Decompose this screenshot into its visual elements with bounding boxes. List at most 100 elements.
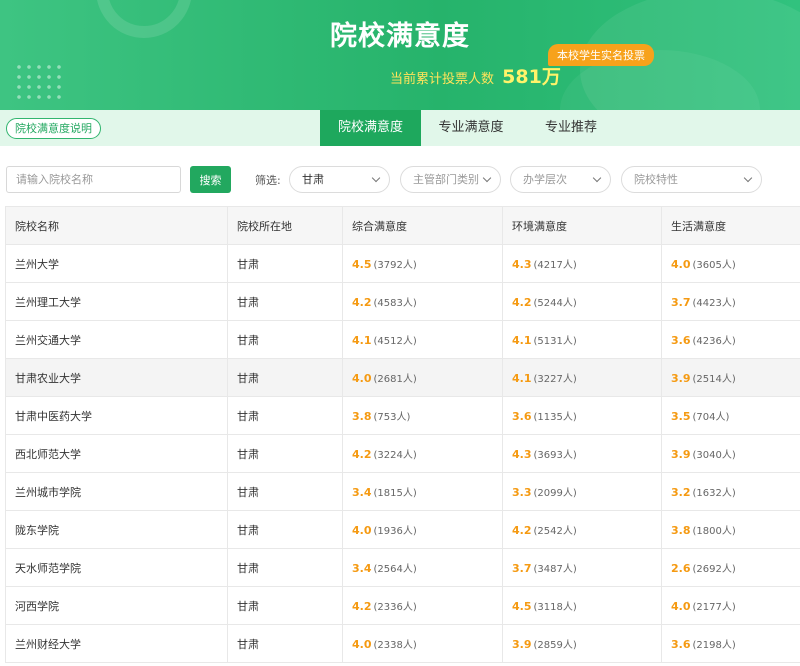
decorative-dots: [14, 62, 66, 102]
school-name-cell[interactable]: 兰州城市学院: [5, 472, 228, 511]
environment-score: 4.2: [512, 296, 532, 309]
school-name[interactable]: 甘肃中医药大学: [15, 410, 92, 423]
table-row[interactable]: 甘肃农业大学 甘肃 4.0 (2681人) 4.1 (3227人) 3.9 (2514人): [5, 358, 800, 397]
life-score: 3.8: [671, 524, 691, 537]
overall-score: 4.5: [352, 258, 372, 271]
header-banner: 院校满意度 当前累计投票人数 581万 本校学生实名投票: [0, 0, 800, 110]
life-count: (3040人): [692, 450, 736, 461]
level-select-value: 办学层次: [523, 173, 567, 186]
overall-count: (3224人): [373, 450, 417, 461]
environment-count: (3118人): [533, 602, 577, 613]
life-cell: 3.8 (1800人): [661, 510, 800, 549]
table-row[interactable]: 西北师范大学 甘肃 4.2 (3224人) 4.3 (3693人) 3.9 (3040人): [5, 434, 800, 473]
table-row[interactable]: 兰州城市学院 甘肃 3.4 (1815人) 3.3 (2099人) 3.2 (1632人): [5, 472, 800, 511]
school-name[interactable]: 西北师范大学: [15, 448, 81, 461]
school-location: 甘肃: [237, 599, 259, 613]
school-name-cell[interactable]: 天水师范学院: [5, 548, 228, 587]
school-location: 甘肃: [237, 295, 259, 309]
environment-cell: 3.7 (3487人): [502, 548, 662, 587]
life-count: (2514人): [692, 374, 736, 385]
location-cell: 甘肃: [227, 244, 343, 283]
school-name-cell[interactable]: 兰州大学: [5, 244, 228, 283]
school-location: 甘肃: [237, 409, 259, 423]
tab-school-satisfaction[interactable]: 院校满意度: [320, 110, 421, 146]
overall-score: 4.0: [352, 372, 372, 385]
table-row[interactable]: 河西学院 甘肃 4.2 (2336人) 4.5 (3118人) 4.0 (2177人): [5, 586, 800, 625]
life-score: 3.2: [671, 486, 691, 499]
life-count: (4236人): [692, 336, 736, 347]
chevron-down-icon: [482, 173, 492, 183]
life-cell: 3.2 (1632人): [661, 472, 800, 511]
school-name[interactable]: 陇东学院: [15, 524, 59, 537]
location-cell: 甘肃: [227, 320, 343, 359]
vote-summary: 当前累计投票人数 581万: [390, 62, 561, 89]
school-name-cell[interactable]: 陇东学院: [5, 510, 228, 549]
school-name[interactable]: 天水师范学院: [15, 562, 81, 575]
location-cell: 甘肃: [227, 434, 343, 473]
overall-cell: 3.8 (753人): [342, 396, 503, 435]
table-row[interactable]: 兰州理工大学 甘肃 4.2 (4583人) 4.2 (5244人) 3.7 (4423人): [5, 282, 800, 321]
table-row[interactable]: 陇东学院 甘肃 4.0 (1936人) 4.2 (2542人) 3.8 (1800人): [5, 510, 800, 549]
school-search-input[interactable]: [6, 166, 181, 193]
vote-count: 581万: [502, 66, 561, 88]
school-name-cell[interactable]: 河西学院: [5, 586, 228, 625]
department-select-value: 主管部门类别: [413, 173, 479, 186]
header-school-name: 院校名称: [5, 206, 228, 245]
environment-count: (2542人): [533, 526, 577, 537]
school-name[interactable]: 甘肃农业大学: [15, 372, 81, 385]
overall-score: 4.0: [352, 638, 372, 651]
department-select[interactable]: 主管部门类别: [400, 166, 501, 193]
life-cell: 3.6 (4236人): [661, 320, 800, 359]
overall-count: (4512人): [373, 336, 417, 347]
table-row[interactable]: 甘肃中医药大学 甘肃 3.8 (753人) 3.6 (1135人) 3.5 (704人): [5, 396, 800, 435]
environment-count: (3227人): [533, 374, 577, 385]
feature-select-value: 院校特性: [634, 173, 678, 186]
school-name[interactable]: 兰州理工大学: [15, 296, 81, 309]
life-score: 4.0: [671, 258, 691, 271]
life-score: 3.7: [671, 296, 691, 309]
life-score: 3.6: [671, 334, 691, 347]
satisfaction-table: 院校名称 院校所在地 综合满意度 环境满意度 生活满意度 兰州大学 甘肃 4.5 (3…: [5, 206, 800, 663]
environment-count: (4217人): [533, 260, 577, 271]
school-name-cell[interactable]: 西北师范大学: [5, 434, 228, 473]
school-name[interactable]: 兰州财经大学: [15, 638, 81, 651]
satisfaction-explain-button[interactable]: 院校满意度说明: [6, 118, 101, 139]
life-cell: 3.5 (704人): [661, 396, 800, 435]
level-select[interactable]: 办学层次: [510, 166, 611, 193]
table-row[interactable]: 兰州交通大学 甘肃 4.1 (4512人) 4.1 (5131人) 3.6 (4236人): [5, 320, 800, 359]
environment-score: 4.5: [512, 600, 532, 613]
environment-score: 3.9: [512, 638, 532, 651]
school-name-cell[interactable]: 甘肃农业大学: [5, 358, 228, 397]
header-overall: 综合满意度: [342, 206, 503, 245]
table-row[interactable]: 兰州大学 甘肃 4.5 (3792人) 4.3 (4217人) 4.0 (3605人): [5, 244, 800, 283]
tab-major-recommend[interactable]: 专业推荐: [521, 110, 621, 146]
school-name[interactable]: 兰州大学: [15, 258, 59, 271]
overall-cell: 4.5 (3792人): [342, 244, 503, 283]
table-row[interactable]: 兰州财经大学 甘肃 4.0 (2338人) 3.9 (2859人) 3.6 (2198人): [5, 624, 800, 663]
school-name-cell[interactable]: 兰州理工大学: [5, 282, 228, 321]
school-name-cell[interactable]: 甘肃中医药大学: [5, 396, 228, 435]
school-name[interactable]: 河西学院: [15, 600, 59, 613]
life-count: (4423人): [692, 298, 736, 309]
environment-score: 4.1: [512, 372, 532, 385]
feature-select[interactable]: 院校特性: [621, 166, 762, 193]
environment-score: 4.3: [512, 448, 532, 461]
chevron-down-icon: [743, 173, 753, 183]
environment-cell: 4.2 (5244人): [502, 282, 662, 321]
school-name[interactable]: 兰州城市学院: [15, 486, 81, 499]
tab-major-satisfaction[interactable]: 专业满意度: [421, 110, 521, 146]
header-life: 生活满意度: [661, 206, 800, 245]
table-row[interactable]: 天水师范学院 甘肃 3.4 (2564人) 3.7 (3487人) 2.6 (2692人): [5, 548, 800, 587]
school-location: 甘肃: [237, 447, 259, 461]
location-cell: 甘肃: [227, 624, 343, 663]
province-select[interactable]: 甘肃: [289, 166, 390, 193]
overall-cell: 4.2 (2336人): [342, 586, 503, 625]
search-button[interactable]: 搜索: [190, 166, 231, 193]
school-location: 甘肃: [237, 333, 259, 347]
table-body: 兰州大学 甘肃 4.5 (3792人) 4.3 (4217人) 4.0 (3605人) 兰州理工…: [5, 244, 800, 663]
real-name-vote-badge: 本校学生实名投票: [548, 44, 654, 66]
school-name[interactable]: 兰州交通大学: [15, 334, 81, 347]
life-cell: 3.7 (4423人): [661, 282, 800, 321]
school-name-cell[interactable]: 兰州交通大学: [5, 320, 228, 359]
school-name-cell[interactable]: 兰州财经大学: [5, 624, 228, 663]
